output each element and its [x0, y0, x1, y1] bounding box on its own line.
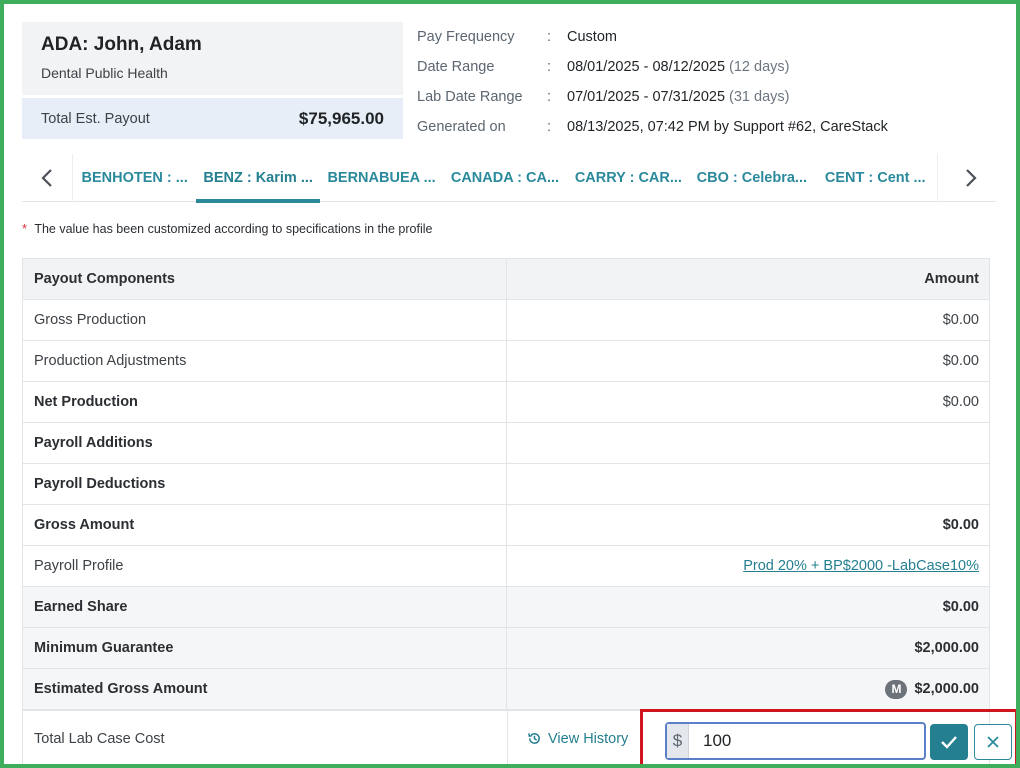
- meta-colon: :: [547, 89, 552, 105]
- note-text: The value has been customized according …: [34, 222, 433, 236]
- row-label: Payroll Additions: [23, 423, 507, 463]
- tab-benhoten[interactable]: BENHOTEN : ...: [73, 154, 196, 202]
- row-label: Total Lab Case Cost: [34, 730, 165, 747]
- table-row: Payroll Profile Prod 20% + BP$2000 -LabC…: [23, 546, 989, 587]
- tabs-prev-button[interactable]: [22, 154, 72, 202]
- header-components: Payout Components: [23, 259, 507, 299]
- tab-cbo[interactable]: CBO : Celebra...: [690, 154, 813, 202]
- meta-label: Pay Frequency: [417, 29, 515, 45]
- cancel-button[interactable]: [974, 724, 1012, 760]
- tab-cent[interactable]: CENT : Cent ...: [814, 154, 937, 202]
- tab-benz[interactable]: BENZ : Karim ...: [196, 154, 321, 203]
- table-row: Minimum Guarantee $2,000.00: [23, 628, 989, 669]
- lab-cost-editor: $: [640, 709, 1016, 764]
- tabs-next-button[interactable]: [946, 154, 996, 202]
- meta-colon: :: [547, 59, 552, 75]
- row-amount: [507, 464, 989, 504]
- meta-lab-date-range: Lab Date Range : 07/01/2025 - 07/31/2025…: [417, 82, 1007, 112]
- row-label: Gross Production: [23, 300, 507, 340]
- provider-name: ADA: John, Adam: [41, 34, 202, 55]
- meta-label: Lab Date Range: [417, 89, 523, 105]
- provider-card: ADA: John, Adam Dental Public Health Tot…: [22, 22, 403, 139]
- payroll-profile-cell: Prod 20% + BP$2000 -LabCase10%: [507, 546, 989, 586]
- table-row: Earned Share $0.00: [23, 587, 989, 628]
- estimated-gross-cell: M $2,000.00: [507, 669, 989, 709]
- row-label: Net Production: [23, 382, 507, 422]
- close-icon: [987, 736, 999, 748]
- row-label: Minimum Guarantee: [23, 628, 507, 668]
- row-label: Earned Share: [23, 587, 507, 627]
- row-amount: $0.00: [942, 394, 979, 410]
- row-amount: $2,000.00: [914, 640, 979, 656]
- row-amount: $0.00: [942, 312, 979, 328]
- manual-badge: M: [885, 679, 908, 699]
- table-row: Net Production $0.00: [23, 382, 989, 423]
- meta-days: (12 days): [729, 59, 790, 75]
- provider-header: ADA: John, Adam Dental Public Health: [22, 22, 403, 95]
- table-row: Payroll Additions: [23, 423, 989, 464]
- meta-date-range: Date Range : 08/01/2025 - 08/12/2025 (12…: [417, 52, 1007, 82]
- currency-addon: $: [667, 724, 689, 758]
- history-icon: [528, 733, 540, 744]
- provider-specialty: Dental Public Health: [41, 65, 168, 81]
- meta-value: 08/13/2025, 07:42 PM by Support #62, Car…: [567, 119, 888, 135]
- row-label: Gross Amount: [23, 505, 507, 545]
- payroll-profile-link[interactable]: Prod 20% + BP$2000 -LabCase10%: [743, 558, 979, 574]
- meta-label: Date Range: [417, 59, 495, 75]
- table-row: Payroll Deductions: [23, 464, 989, 505]
- meta-value: Custom: [567, 29, 617, 45]
- provider-tabs: BENHOTEN : ... BENZ : Karim ... BERNABUE…: [22, 154, 996, 203]
- table-row: Estimated Gross Amount M $2,000.00: [23, 669, 989, 710]
- view-history-link[interactable]: View History: [527, 709, 629, 764]
- tab-carry[interactable]: CARRY : CAR...: [567, 154, 690, 202]
- chevron-right-icon: [966, 169, 977, 187]
- meta-colon: :: [547, 29, 552, 45]
- lab-cost-input[interactable]: [689, 724, 924, 758]
- row-amount: [507, 423, 989, 463]
- row-label: Payroll Profile: [23, 546, 507, 586]
- meta-colon: :: [547, 119, 552, 135]
- lab-cost-input-group: $: [665, 722, 926, 760]
- customization-note: * The value has been customized accordin…: [22, 221, 432, 236]
- row-label: Payroll Deductions: [23, 464, 507, 504]
- view-history-label: View History: [548, 730, 629, 747]
- table-row: Gross Production $0.00: [23, 300, 989, 341]
- row-amount: $0.00: [942, 517, 979, 533]
- meta-value: 08/01/2025 - 08/12/2025: [567, 59, 726, 75]
- confirm-button[interactable]: [930, 724, 968, 760]
- payout-value: $75,965.00: [298, 108, 384, 128]
- window-frame: ADA: John, Adam Dental Public Health Tot…: [0, 0, 1020, 768]
- row-amount: $2,000.00: [914, 681, 979, 697]
- chevron-left-icon: [41, 169, 52, 187]
- table-header: Payout Components Amount: [23, 259, 989, 300]
- table-row: Gross Amount $0.00: [23, 505, 989, 546]
- tab-bernabuea[interactable]: BERNABUEA ...: [320, 154, 443, 202]
- pay-period-meta: Pay Frequency : Custom Date Range : 08/0…: [417, 22, 1007, 142]
- tab-strip: BENHOTEN : ... BENZ : Karim ... BERNABUE…: [72, 154, 938, 203]
- check-icon: [941, 736, 957, 749]
- meta-value: 07/01/2025 - 07/31/2025: [567, 89, 726, 105]
- row-amount: $0.00: [942, 599, 979, 615]
- meta-pay-frequency: Pay Frequency : Custom: [417, 22, 1007, 52]
- total-payout: Total Est. Payout $75,965.00: [22, 98, 403, 139]
- row-label: Production Adjustments: [23, 341, 507, 381]
- table-row: Production Adjustments $0.00: [23, 341, 989, 382]
- header-amount: Amount: [924, 271, 979, 287]
- meta-generated-on: Generated on : 08/13/2025, 07:42 PM by S…: [417, 112, 1007, 142]
- column-divider: [507, 709, 508, 764]
- payout-components-table: Payout Components Amount Gross Productio…: [22, 258, 990, 711]
- meta-days: (31 days): [729, 89, 790, 105]
- tab-canada[interactable]: CANADA : CA...: [443, 154, 566, 202]
- row-label: Estimated Gross Amount: [23, 669, 507, 709]
- meta-label: Generated on: [417, 119, 506, 135]
- required-star-icon: *: [22, 221, 28, 236]
- payout-label: Total Est. Payout: [41, 110, 150, 127]
- row-amount: $0.00: [942, 353, 979, 369]
